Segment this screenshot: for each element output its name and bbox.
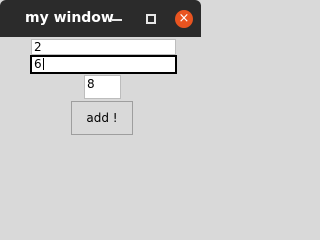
result-field[interactable]: 8 bbox=[84, 75, 121, 99]
result-value: 8 bbox=[87, 77, 95, 91]
minimize-icon[interactable] bbox=[109, 8, 127, 28]
maximize-icon[interactable] bbox=[143, 10, 157, 26]
text-caret bbox=[42, 58, 44, 70]
second-number-value: 6 bbox=[34, 57, 42, 71]
window-title: my window bbox=[25, 10, 114, 26]
close-icon[interactable]: × bbox=[175, 10, 193, 28]
title-bar[interactable]: my window × bbox=[0, 0, 201, 37]
app-window: my window × 2 6 8 add ! bbox=[0, 0, 201, 239]
add-button[interactable]: add ! bbox=[71, 101, 133, 135]
first-number-input[interactable]: 2 bbox=[31, 39, 176, 55]
first-number-value: 2 bbox=[34, 40, 42, 54]
second-number-input[interactable]: 6 bbox=[30, 55, 177, 74]
